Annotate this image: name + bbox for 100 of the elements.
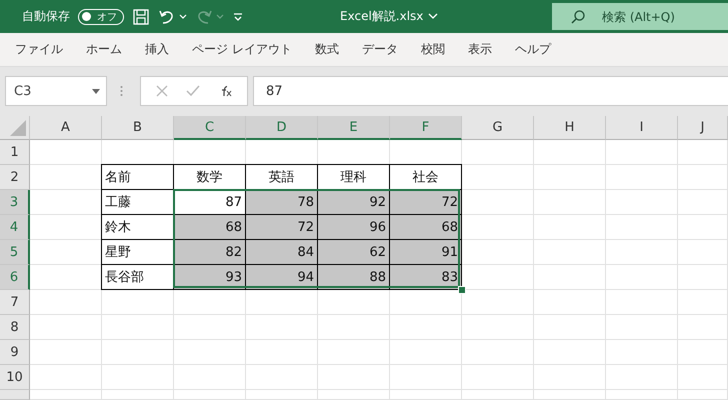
grid-cell — [30, 340, 102, 365]
grid-cell — [534, 315, 606, 340]
grid-cell — [534, 340, 606, 365]
grid-cell — [30, 390, 102, 400]
grid-cell — [606, 315, 678, 340]
search-input[interactable]: 検索 (Alt+Q) — [602, 10, 722, 24]
column-header[interactable]: I — [606, 116, 678, 140]
ribbon-tab[interactable]: 校閲 — [412, 37, 454, 62]
grid-cell — [606, 165, 678, 190]
autosave-toggle[interactable]: オフ — [78, 8, 124, 24]
grid-cell — [462, 340, 534, 365]
search-field[interactable]: 検索 (Alt+Q) — [552, 3, 728, 30]
grid-cell — [534, 140, 606, 165]
grid-cell — [678, 340, 728, 365]
grid-cell — [174, 290, 246, 315]
table-cell: 96 — [317, 214, 390, 240]
grid-cell — [246, 290, 318, 315]
table-cell: 62 — [317, 239, 390, 265]
grid-cell — [102, 340, 174, 365]
customize-icon[interactable] — [232, 10, 244, 22]
table-cell: 68 — [173, 214, 246, 240]
grid-cell — [606, 190, 678, 215]
fill-handle[interactable] — [458, 286, 466, 294]
grid-cell — [30, 140, 102, 165]
ribbon-tab[interactable]: ホーム — [77, 37, 131, 62]
grid-cell — [390, 315, 462, 340]
table-cell: 88 — [317, 264, 390, 290]
grid-cell — [462, 190, 534, 215]
grid-cell — [246, 315, 318, 340]
row-header[interactable]: 7 — [0, 290, 30, 315]
grid-cell — [534, 365, 606, 390]
table-cell: 名前 — [101, 164, 174, 190]
table-cell: 72 — [245, 214, 318, 240]
autosave-label: 自動保存 — [22, 8, 70, 25]
column-header[interactable]: J — [678, 116, 728, 140]
file-name[interactable]: Excel解説.xlsx — [340, 8, 438, 25]
column-header[interactable]: G — [462, 116, 534, 140]
formula-field[interactable]: 87 — [253, 76, 728, 106]
ribbon-tab[interactable]: 表示 — [458, 37, 501, 62]
row-header[interactable]: 10 — [0, 365, 30, 390]
caret-icon[interactable] — [179, 14, 187, 20]
grid-cell — [390, 340, 462, 365]
grid-cell — [30, 315, 102, 340]
row-header[interactable]: 9 — [0, 340, 30, 365]
grid-cell — [606, 365, 678, 390]
grid-cell — [678, 215, 728, 240]
save-icon[interactable] — [132, 8, 150, 26]
grid-cell — [678, 240, 728, 265]
row-header[interactable]: 5 — [0, 240, 30, 265]
grid-cell — [678, 265, 728, 290]
row-header[interactable]: 3 — [0, 190, 30, 215]
grid-cell — [678, 190, 728, 215]
grid-cell — [678, 140, 728, 165]
grid-cell — [678, 390, 728, 400]
grid-cell — [534, 265, 606, 290]
grid-cell — [606, 340, 678, 365]
grid-cell — [246, 390, 318, 400]
grid-cell — [102, 365, 174, 390]
column-header[interactable]: F — [390, 116, 462, 140]
column-header[interactable]: H — [534, 116, 606, 140]
grid-cell — [534, 190, 606, 215]
grid-cell — [390, 365, 462, 390]
row-header[interactable]: 6 — [0, 265, 30, 290]
grid-cell — [246, 365, 318, 390]
ribbon-tab[interactable]: ヘルプ — [506, 37, 560, 62]
grid-cell — [390, 390, 462, 400]
column-header[interactable]: E — [318, 116, 390, 140]
grid-cell — [534, 390, 606, 400]
grid-cell — [678, 315, 728, 340]
ribbon-tab[interactable]: データ — [352, 37, 407, 62]
grid-cell — [102, 290, 174, 315]
ribbon-tab[interactable]: 挿入 — [136, 37, 178, 62]
grid-cell — [174, 390, 246, 400]
grid-cell — [606, 240, 678, 265]
column-header[interactable]: C — [174, 116, 246, 140]
row-header[interactable]: 8 — [0, 315, 30, 340]
grid-cell — [318, 365, 390, 390]
table-cell: 長谷部 — [101, 264, 174, 290]
corner-triangle-icon — [10, 120, 26, 136]
row-header[interactable]: 2 — [0, 165, 30, 190]
chevron-icon — [428, 13, 438, 20]
grid-cell — [462, 215, 534, 240]
column-header[interactable]: D — [246, 116, 318, 140]
grid-cell — [102, 390, 174, 400]
grid-cell — [534, 240, 606, 265]
search-icon — [570, 8, 586, 24]
column-header[interactable]: A — [30, 116, 102, 140]
table-cell: 82 — [173, 239, 246, 265]
grid-cell — [462, 390, 534, 400]
column-header[interactable]: B — [102, 116, 174, 140]
row-header[interactable]: 4 — [0, 215, 30, 240]
row-header[interactable]: 1 — [0, 140, 30, 165]
grid-cell — [534, 215, 606, 240]
ribbon-tab[interactable]: ファイル — [6, 37, 72, 62]
name-box[interactable]: C3 — [5, 76, 107, 106]
ribbon-tab[interactable]: ページ レイアウト — [183, 37, 301, 62]
check-icon[interactable] — [186, 85, 200, 97]
grid-cell — [30, 290, 102, 315]
dropdown-icon[interactable] — [92, 88, 100, 94]
ribbon-tab[interactable]: 数式 — [306, 37, 348, 62]
